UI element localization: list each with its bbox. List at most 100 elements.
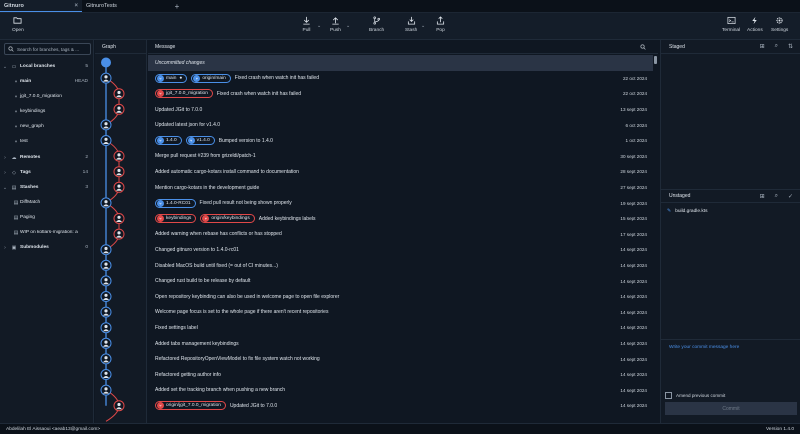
sidebar-item-branch[interactable]: ⑂ main HEAD	[0, 76, 94, 87]
commit-date: 14 sept 2024	[620, 372, 647, 378]
sidebar-section-local-branches[interactable]: ⌄ ▭ Local branches 5	[0, 61, 94, 72]
sidebar-item-stash[interactable]: ▤ WIP on kotlars-migration: a	[0, 227, 94, 238]
ref-chip[interactable]: ⑂ 1.4.0-RC01	[155, 198, 196, 208]
ref-chip[interactable]: ⑂ origin/main	[191, 73, 231, 83]
commit-row[interactable]: ⑂ keybindings ⑂ origin/keybindings Added key…	[148, 211, 653, 227]
commit-date: 14 sept 2024	[620, 278, 647, 284]
sidebar-section-submodules[interactable]: › ▣ Submodules 0	[0, 242, 94, 253]
pop-button[interactable]: Pop	[436, 16, 445, 33]
sidebar-item-branch[interactable]: ⑂ keybindings	[0, 106, 94, 117]
ref-chip[interactable]: ⑂ origin/jgit_7.0.0_migration	[155, 401, 226, 411]
folder-icon	[13, 17, 22, 24]
commit-row[interactable]: Changed rust build to be release by defa…	[148, 273, 653, 289]
commit-row[interactable]: ⑂ 1.4.0 ⑂ v1.4.0 Bumped version to 1.4.0 1 oc…	[148, 133, 653, 149]
search-icon[interactable]: ⌕	[775, 43, 778, 50]
amend-checkbox[interactable]: Amend previous commit	[665, 392, 725, 399]
commit-row[interactable]: ⑂ 1.4.0-RC01 Fixed pull result not being s…	[148, 195, 653, 211]
log-scrollbar[interactable]	[654, 54, 657, 423]
uncommitted-changes-row[interactable]: Uncommitted changes	[148, 55, 653, 71]
sidebar-item-branch[interactable]: ⑂ jgit_7.0.0_migration	[0, 91, 94, 102]
commit-button[interactable]: Commit	[665, 402, 797, 415]
commit-row[interactable]: Changed gitnuro version to 1.4.0-rc01 14 …	[148, 242, 653, 258]
ref-chip[interactable]: ⑂ 1.4.0	[155, 136, 182, 146]
close-icon[interactable]: ×	[74, 3, 78, 9]
message-text: Changed gitnuro version to 1.4.0-rc01	[155, 246, 239, 253]
commit-message: Changed rust build to be release by defa…	[148, 278, 613, 284]
stash-dropdown-chevron-icon[interactable]: ⌄	[421, 23, 425, 29]
search-placeholder: Search for branches, tags & ...	[17, 46, 80, 52]
commit-date: 1 oct 2024	[625, 138, 647, 144]
tab-strip: Gitnuro × GitnuroTests +	[0, 0, 800, 13]
commit-row[interactable]: Mention cargo-kotars in the development …	[148, 180, 653, 196]
scroll-thumb[interactable]	[654, 56, 657, 64]
section-count: 5	[85, 64, 88, 69]
tab-gitnuro[interactable]: Gitnuro ×	[0, 0, 82, 12]
push-dropdown-chevron-icon[interactable]: ⌄	[346, 23, 350, 29]
terminal-button[interactable]: Terminal	[722, 16, 740, 33]
checkbox-icon	[665, 392, 672, 399]
commit-row[interactable]: Refactored getting author info 14 sept 20…	[148, 367, 653, 383]
sidebar-item-stash[interactable]: ▤ DiffMatch	[0, 197, 94, 208]
ref-chip[interactable]: ⑂ origin/keybindings	[200, 214, 255, 224]
pull-dropdown-chevron-icon[interactable]: ⌄	[317, 23, 321, 29]
commit-message: Refactored RepositoryOpenViewModel to fi…	[148, 356, 613, 362]
pull-button[interactable]: Pull	[302, 16, 311, 33]
ref-chip[interactable]: ⑂ jgit_7.0.0_migration	[155, 89, 213, 99]
stash-item-icon: ▤	[13, 229, 19, 236]
unstage-all-icon[interactable]: ⇅	[788, 43, 793, 50]
sidebar-section-remotes[interactable]: › ☁ Remotes 2	[0, 152, 94, 163]
sidebar-section-stashes[interactable]: ⌄ ▤ Stashes 3	[0, 182, 94, 193]
commit-row[interactable]: Updated JGit to 7.0.0 13 sept 2024	[148, 102, 653, 118]
section-label: Stashes	[20, 185, 39, 190]
search-icon[interactable]: ⌕	[775, 193, 778, 200]
commit-row[interactable]: Fixed settings label 14 sept 2024	[148, 320, 653, 336]
open-button[interactable]: Open	[12, 16, 24, 33]
branch-name: test	[20, 139, 28, 144]
message-text: Bumped version to 1.4.0	[218, 137, 273, 144]
push-button[interactable]: Push	[330, 16, 341, 33]
commit-row[interactable]: Welcome page focus is set to the whole p…	[148, 305, 653, 321]
commit-row[interactable]: ⑂ origin/jgit_7.0.0_migration Updated JGit…	[148, 398, 653, 414]
avatar-icon	[117, 231, 121, 235]
message-text: Merge pull request #239 from grizeldi/pa…	[155, 153, 256, 160]
commit-row[interactable]: Added automatic cargo-kotars install com…	[148, 164, 653, 180]
commit-row[interactable]: Disabled MacOS build until fixed (= out …	[148, 258, 653, 274]
search-input[interactable]: Search for branches, tags & ...	[4, 43, 91, 55]
search-icon[interactable]	[640, 44, 646, 50]
settings-button[interactable]: Settings	[771, 16, 788, 33]
tree-view-icon[interactable]: ⊞	[760, 193, 765, 200]
sidebar-item-stash[interactable]: ▤ Paging	[0, 212, 94, 223]
commit-log: Message Uncommitted changes ⑂ main ● ⑂ origin…	[148, 40, 658, 423]
stage-all-icon[interactable]: ✓	[788, 193, 793, 200]
commit-row[interactable]: Added tabs management keybindings 14 sept…	[148, 336, 653, 352]
commit-message: Uncommitted changes	[148, 60, 613, 66]
commit-row[interactable]: Refactored RepositoryOpenViewModel to fi…	[148, 351, 653, 367]
branch-button[interactable]: Branch	[369, 16, 384, 33]
tab-gitnurotests[interactable]: GitnuroTests	[82, 0, 164, 12]
ref-chip[interactable]: ⑂ keybindings	[155, 214, 197, 224]
commit-row[interactable]: Open repository keybinding can also be u…	[148, 289, 653, 305]
unstaged-file[interactable]: ✎ build.gradle.kts	[667, 208, 707, 214]
ref-chip[interactable]: ⑂ v1.4.0	[185, 136, 215, 146]
actions-button[interactable]: Actions	[747, 16, 763, 33]
sidebar-item-branch[interactable]: ⑂ new_graph	[0, 121, 94, 132]
commit-message-input[interactable]: Write your commit message here	[661, 339, 800, 389]
avatar-icon	[117, 168, 121, 173]
ref-chip[interactable]: ⑂ main ●	[155, 73, 188, 83]
remote-branch-icon: ⑂	[157, 90, 164, 98]
graph-header: Graph	[95, 40, 147, 54]
commit-row[interactable]: Added warning when rebase has conflicts …	[148, 227, 653, 243]
sidebar-item-branch[interactable]: ⑂ test	[0, 136, 94, 147]
tree-view-icon[interactable]: ⊞	[760, 43, 765, 50]
commit-row[interactable]: ⑂ jgit_7.0.0_migration Fixed crash when wa…	[148, 86, 653, 102]
commit-row[interactable]: Updated latest json for v1.4.0 6 oct 2024	[148, 117, 653, 133]
commit-row[interactable]: Merge pull request #239 from grizeldi/pa…	[148, 149, 653, 165]
stash-button[interactable]: Stash	[405, 16, 417, 33]
sidebar-section-tags[interactable]: › ◇ Tags 14	[0, 167, 94, 178]
branch-icon: ⑂	[14, 108, 18, 115]
tab-label: Gitnuro	[4, 2, 24, 9]
commit-row[interactable]: ⑂ main ● ⑂ origin/main Fixed crash when watch…	[148, 71, 653, 87]
add-tab-button[interactable]: +	[170, 0, 184, 12]
graph-uncommitted-node	[101, 57, 111, 68]
commit-row[interactable]: Added set the tracking branch when pushi…	[148, 383, 653, 399]
